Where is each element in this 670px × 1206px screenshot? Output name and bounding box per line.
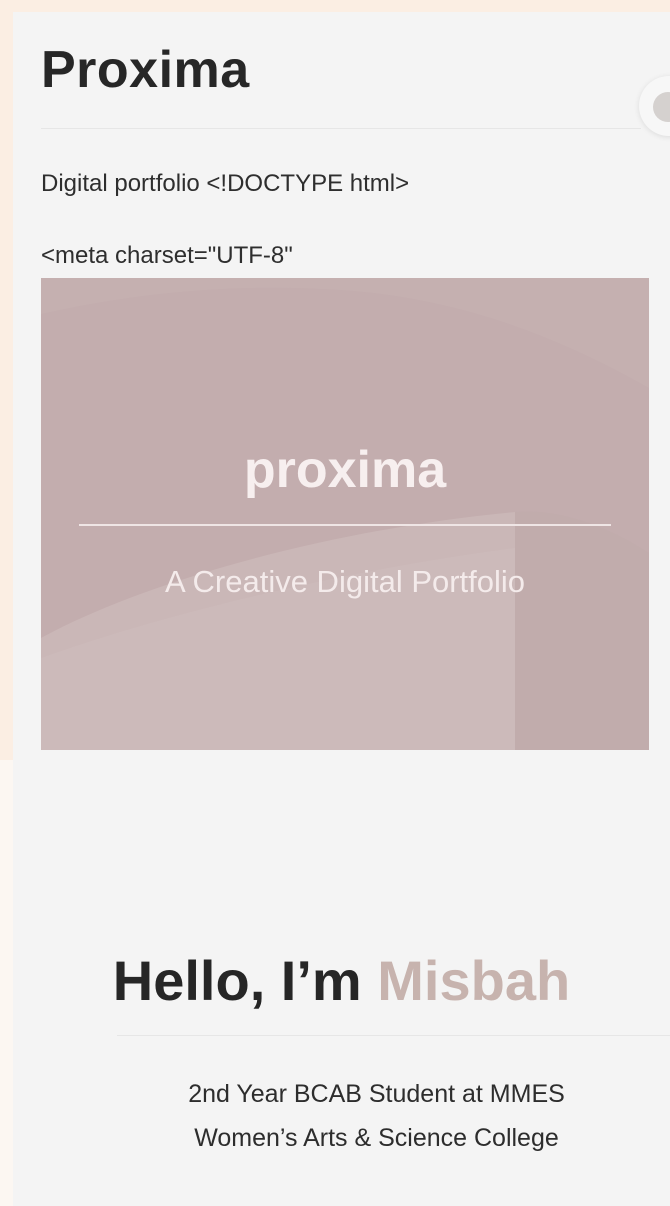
site-title: Proxima — [41, 41, 250, 99]
bio-line-1: 2nd Year BCAB Student at MMES — [188, 1080, 565, 1108]
theme-toggle-button[interactable] — [639, 76, 670, 136]
page-frame-left-lower — [0, 760, 13, 1206]
hero-subtitle: A Creative Digital Portfolio — [164, 564, 526, 599]
hero-divider — [79, 524, 611, 526]
greeting-divider — [117, 1035, 670, 1036]
intro-text-line-1: Digital portfolio <!DOCTYPE html> — [41, 170, 410, 197]
page: Proxima Digital portfolio <!DOCTYPE html… — [0, 0, 670, 1206]
page-frame-left — [0, 0, 13, 760]
header-divider — [41, 128, 641, 129]
hero-banner: proxima A Creative Digital Portfolio — [41, 278, 649, 750]
hero-title: proxima — [243, 441, 447, 499]
intro-text-line-2: <meta charset="UTF-8" — [41, 242, 293, 269]
content-card: Proxima Digital portfolio <!DOCTYPE html… — [13, 12, 670, 1206]
greeting-prefix: Hello, I’m — [112, 949, 378, 1012]
greeting-heading: Hello, I’m Misbah — [13, 948, 670, 1013]
bio-line-2: Women’s Arts & Science College — [194, 1124, 559, 1152]
hero-background-shape — [41, 278, 649, 750]
toggle-knob-icon — [653, 92, 670, 122]
page-frame-top — [0, 0, 670, 12]
greeting-name: Misbah — [377, 949, 571, 1012]
